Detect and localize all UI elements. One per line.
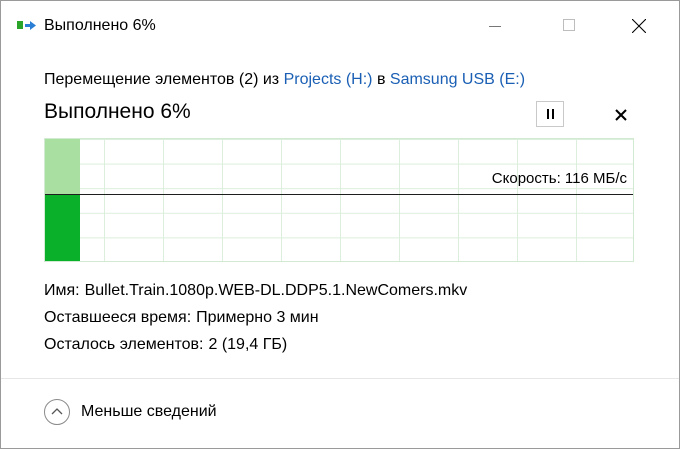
minimize-button[interactable] — [472, 9, 518, 43]
cancel-button[interactable] — [611, 105, 631, 123]
operation-middle: в — [372, 71, 390, 88]
progress-fill-upper — [45, 139, 80, 194]
move-files-icon — [17, 19, 37, 33]
destination-link[interactable]: Samsung USB (E:) — [390, 71, 525, 88]
items-remaining-label: Осталось элементов: — [44, 336, 204, 353]
items-remaining-row: Осталось элементов: 2 (19,4 ГБ) — [44, 336, 287, 354]
progress-fill — [45, 139, 80, 261]
time-remaining-value: Примерно 3 мин — [196, 309, 319, 326]
operation-prefix: Перемещение элементов (2) из — [44, 71, 284, 88]
file-name-value: Bullet.Train.1080p.WEB-DL.DDP5.1.NewCome… — [84, 282, 468, 299]
close-window-button[interactable] — [616, 9, 662, 43]
file-name-row: Имя: Bullet.Train.1080p.WEB-DL.DDP5.1.New… — [44, 282, 467, 300]
source-link[interactable]: Projects (H:) — [284, 71, 373, 88]
speed-label: Скорость: 116 МБ/с — [491, 170, 627, 187]
speed-graph: Скорость: 116 МБ/с — [44, 138, 634, 262]
footer-divider — [1, 378, 679, 379]
copy-progress-dialog: Выполнено 6% Перемещение элементов (2) и… — [0, 0, 680, 449]
chevron-up-icon[interactable] — [44, 399, 70, 425]
fewer-details-button[interactable]: Меньше сведений — [81, 403, 217, 421]
time-remaining-label: Оставшееся время: — [44, 309, 192, 326]
items-remaining-value: 2 (19,4 ГБ) — [208, 336, 288, 353]
pause-button[interactable] — [536, 101, 564, 127]
maximize-button[interactable] — [546, 9, 592, 43]
time-remaining-row: Оставшееся время: Примерно 3 мин — [44, 309, 319, 327]
window-title: Выполнено 6% — [44, 17, 156, 34]
close-icon — [615, 109, 627, 121]
file-name-label: Имя: — [44, 282, 80, 299]
operation-description: Перемещение элементов (2) из Projects (H… — [44, 71, 525, 89]
speed-line — [45, 194, 633, 195]
close-icon — [632, 19, 646, 33]
title-bar: Выполнено 6% — [1, 1, 679, 53]
progress-fill-lower — [45, 194, 80, 261]
progress-title: Выполнено 6% — [44, 100, 191, 123]
